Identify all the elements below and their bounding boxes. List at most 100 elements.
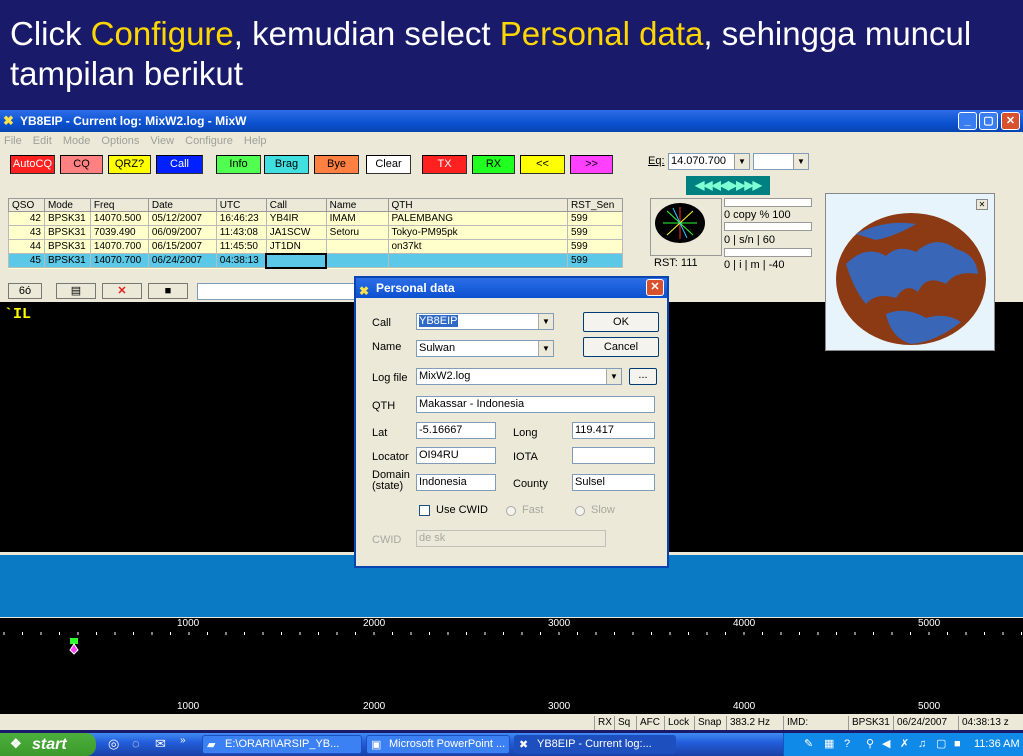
table-cell[interactable]: 599 [566,211,624,226]
task-explorer[interactable]: ▰ E:\ORARI\ARSIP_YB... [202,735,362,754]
chevron-down-icon[interactable]: ▼ [734,154,749,169]
county-field[interactable]: Sulsel [572,474,655,491]
browse-button[interactable]: ... [629,368,657,385]
table-cell[interactable]: 05/12/2007 [147,211,217,226]
table-cell[interactable]: IMAM [325,211,389,226]
table-cell[interactable] [325,253,389,268]
menu-mode[interactable]: Mode [63,135,91,147]
menu-file[interactable]: File [4,135,22,147]
table-cell[interactable]: on37kt [387,239,568,254]
chevron-down-icon[interactable]: ▼ [793,154,808,169]
cq-button[interactable]: CQ [60,155,103,174]
qth-field[interactable]: Makassar - Indonesia [416,396,655,413]
status-mode[interactable]: BPSK31 [848,716,893,730]
column-header[interactable]: QTH [387,198,568,212]
mode-combo[interactable]: ▼ [753,153,809,170]
slow-radio[interactable] [575,506,585,516]
table-cell[interactable] [387,253,568,268]
keyboard-icon[interactable]: ▦ [824,733,834,756]
table-row[interactable]: 45 BPSK31 14070.700 06/24/2007 04:38:13 599 [8,252,624,269]
column-header[interactable]: Mode [43,198,91,212]
chevron-down-icon[interactable]: ▼ [606,369,621,384]
clear-button[interactable]: Clear [366,155,411,174]
tx-button[interactable]: TX [422,155,467,174]
table-cell[interactable]: 04:38:13 [215,253,267,268]
minimize-button[interactable]: _ [958,112,977,130]
network-icon[interactable]: ⚲ [866,733,874,756]
qrz-button[interactable]: QRZ? [108,155,151,174]
table-row[interactable]: 44 BPSK31 14070.700 06/15/2007 11:45:50 JT1DN… [8,239,624,254]
prev-button[interactable]: << [520,155,565,174]
status-afc[interactable]: AFC [636,716,663,730]
waterfall-display[interactable] [0,638,1023,700]
table-cell[interactable]: 11:43:08 [215,225,267,240]
column-header[interactable]: RST_Sen [566,198,624,212]
menu-help[interactable]: Help [244,135,267,147]
table-cell[interactable]: BPSK31 [43,225,91,240]
table-cell[interactable]: BPSK31 [43,211,91,226]
email-icon[interactable]: ✉ [155,736,166,752]
fast-radio[interactable] [506,506,516,516]
table-cell[interactable]: 14070.500 [89,211,149,226]
shield-icon[interactable]: ■ [954,733,961,756]
table-cell[interactable]: 7039.490 [89,225,149,240]
window-titlebar[interactable]: ✖ YB8EIP - Current log: MixW2.log - MixW… [0,110,1023,132]
column-header[interactable]: UTC [215,198,267,212]
world-map-window[interactable]: ✕ [825,193,995,351]
dialog-close-button[interactable]: ✕ [646,279,664,296]
cancel-button[interactable]: Cancel [583,337,659,357]
log-entry-input[interactable] [197,283,357,300]
chevron-down-icon[interactable]: ▼ [538,341,553,356]
table-cell[interactable]: 599 [566,253,624,268]
table-cell[interactable]: 599 [566,239,624,254]
table-cell[interactable]: YB4IR [265,211,327,226]
save-button[interactable]: ■ [148,283,188,299]
table-cell[interactable]: 06/15/2007 [147,239,217,254]
menu-view[interactable]: View [150,135,174,147]
frequency-combo[interactable]: 14.070.700 ▼ [668,153,750,170]
status-sq[interactable]: Sq [614,716,633,730]
logfile-combo[interactable]: MixW2.log ▼ [416,368,622,385]
cwid-field[interactable]: de sk [416,530,606,547]
start-button[interactable]: ❖ start [0,733,96,756]
speaker-icon[interactable]: ♫ [918,733,926,756]
table-cell[interactable] [325,239,389,254]
status-rx[interactable]: RX [594,716,615,730]
table-cell[interactable]: 44 [8,239,45,254]
call-combo[interactable]: YB8EIP ▼ [416,313,554,330]
close-button[interactable]: ✕ [1001,112,1020,130]
menu-options[interactable]: Options [101,135,139,147]
table-cell[interactable]: BPSK31 [43,239,91,254]
browser-icon[interactable]: ◎ [108,736,119,752]
tuning-marker-icon[interactable] [64,638,84,662]
column-header[interactable]: Name [325,198,389,212]
task-mixw[interactable]: ✖ YB8EIP - Current log:... [514,735,676,754]
glasses-button[interactable]: 6ó [8,283,42,299]
clock-time[interactable]: 11:36 AM [974,733,1020,756]
table-cell[interactable]: 16:46:23 [215,211,267,226]
info-button[interactable]: Info [216,155,261,174]
arrow-left-icon[interactable]: ◀ [882,733,890,756]
table-cell[interactable]: 14070.700 [89,253,149,268]
table-cell[interactable]: 599 [566,225,624,240]
column-header[interactable]: Freq [89,198,149,212]
table-cell[interactable]: JT1DN [265,239,327,254]
dialog-titlebar[interactable]: ✖ Personal data ✕ [356,278,667,298]
help-icon[interactable]: ? [844,733,850,756]
table-cell[interactable]: Setoru [325,225,389,240]
table-cell[interactable]: 42 [8,211,45,226]
ie-icon[interactable]: ◌ [132,736,140,751]
pen-icon[interactable]: ✎ [804,733,813,756]
table-cell[interactable]: 06/09/2007 [147,225,217,240]
column-header[interactable]: Date [147,198,217,212]
iota-field[interactable] [572,447,655,464]
table-cell[interactable]: 14070.700 [89,239,149,254]
table-cell[interactable]: 06/24/2007 [147,253,217,268]
monitor-icon[interactable]: ▢ [936,733,946,756]
table-cell[interactable]: 45 [8,253,45,268]
delete-button[interactable]: ✕ [102,283,142,299]
chevron-down-icon[interactable]: ▼ [538,314,553,329]
table-cell[interactable]: 11:45:50 [215,239,267,254]
column-header[interactable]: Call [265,198,327,212]
close-icon[interactable]: ✕ [976,199,988,210]
